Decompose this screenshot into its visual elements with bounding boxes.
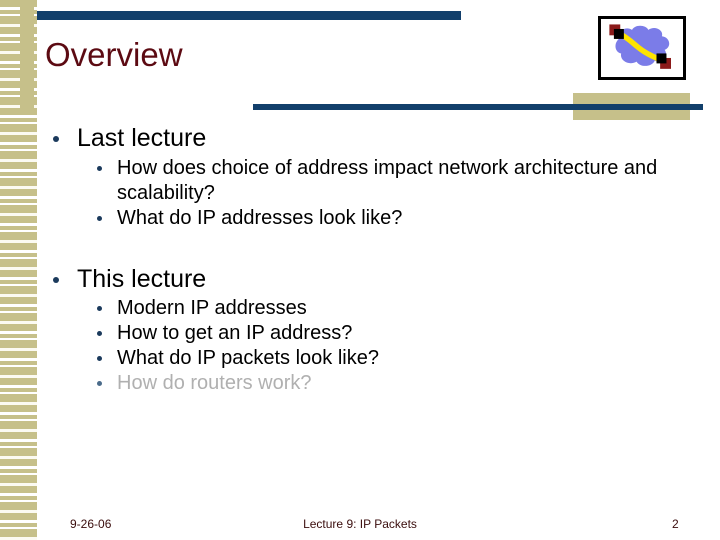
sub-bullet-item: How does choice of address impact networ… [75,156,665,206]
bullet-dot-icon [97,356,102,361]
bullet-dot-icon [97,215,102,221]
page-title: Overview [45,36,183,73]
sub-bullet-label: What do IP packets look like? [117,347,379,369]
bullet-dot-icon [97,381,102,386]
sidebar-stripe-decoration [0,0,37,540]
footer-page-number: 2 [672,517,679,531]
top-navy-rule [37,11,461,20]
bullet-dot-icon [97,165,102,171]
sub-bullet-item: What do IP addresses look like? [75,206,665,231]
sub-bullet-item: What do IP packets look like? [75,346,665,371]
node-top-left [609,24,624,39]
slide-body: Last lecture How does choice of address … [45,124,665,396]
sub-bullet-item: How to get an IP address? [75,321,665,346]
sidebar-solid-accent-block [20,0,34,113]
sub-bullet-label: Modern IP addresses [117,297,307,319]
bullet-dot-icon [53,136,59,142]
network-cloud-logo [598,16,686,80]
sub-bullet-item-dimmed: How do routers work? [75,371,665,396]
bullet-heading-this-lecture: This lecture [45,265,665,295]
bullet-heading-last-lecture: Last lecture [45,124,665,154]
footer-lecture-title: Lecture 9: IP Packets [303,517,417,531]
sub-bullet-label: How to get an IP address? [117,322,353,344]
sub-bullet-label: How do routers work? [117,372,312,394]
bullet-heading-label: This lecture [77,264,207,293]
bullet-dot-icon [53,276,59,283]
sub-bullet-item: Modern IP addresses [75,296,665,321]
node-bottom-right [656,53,671,69]
bullet-dot-icon [97,306,102,311]
sub-bullet-label: How does choice of address impact networ… [117,156,658,204]
bullet-heading-label: Last lecture [77,124,207,152]
slide-footer: 9-26-06 Lecture 9: IP Packets 2 [0,517,720,537]
slide-canvas: Overview Last lecture How does choice of… [0,0,720,540]
sub-bullet-label: What do IP addresses look like? [117,206,403,229]
bullet-dot-icon [97,331,102,336]
divider-navy-rule [253,104,703,110]
